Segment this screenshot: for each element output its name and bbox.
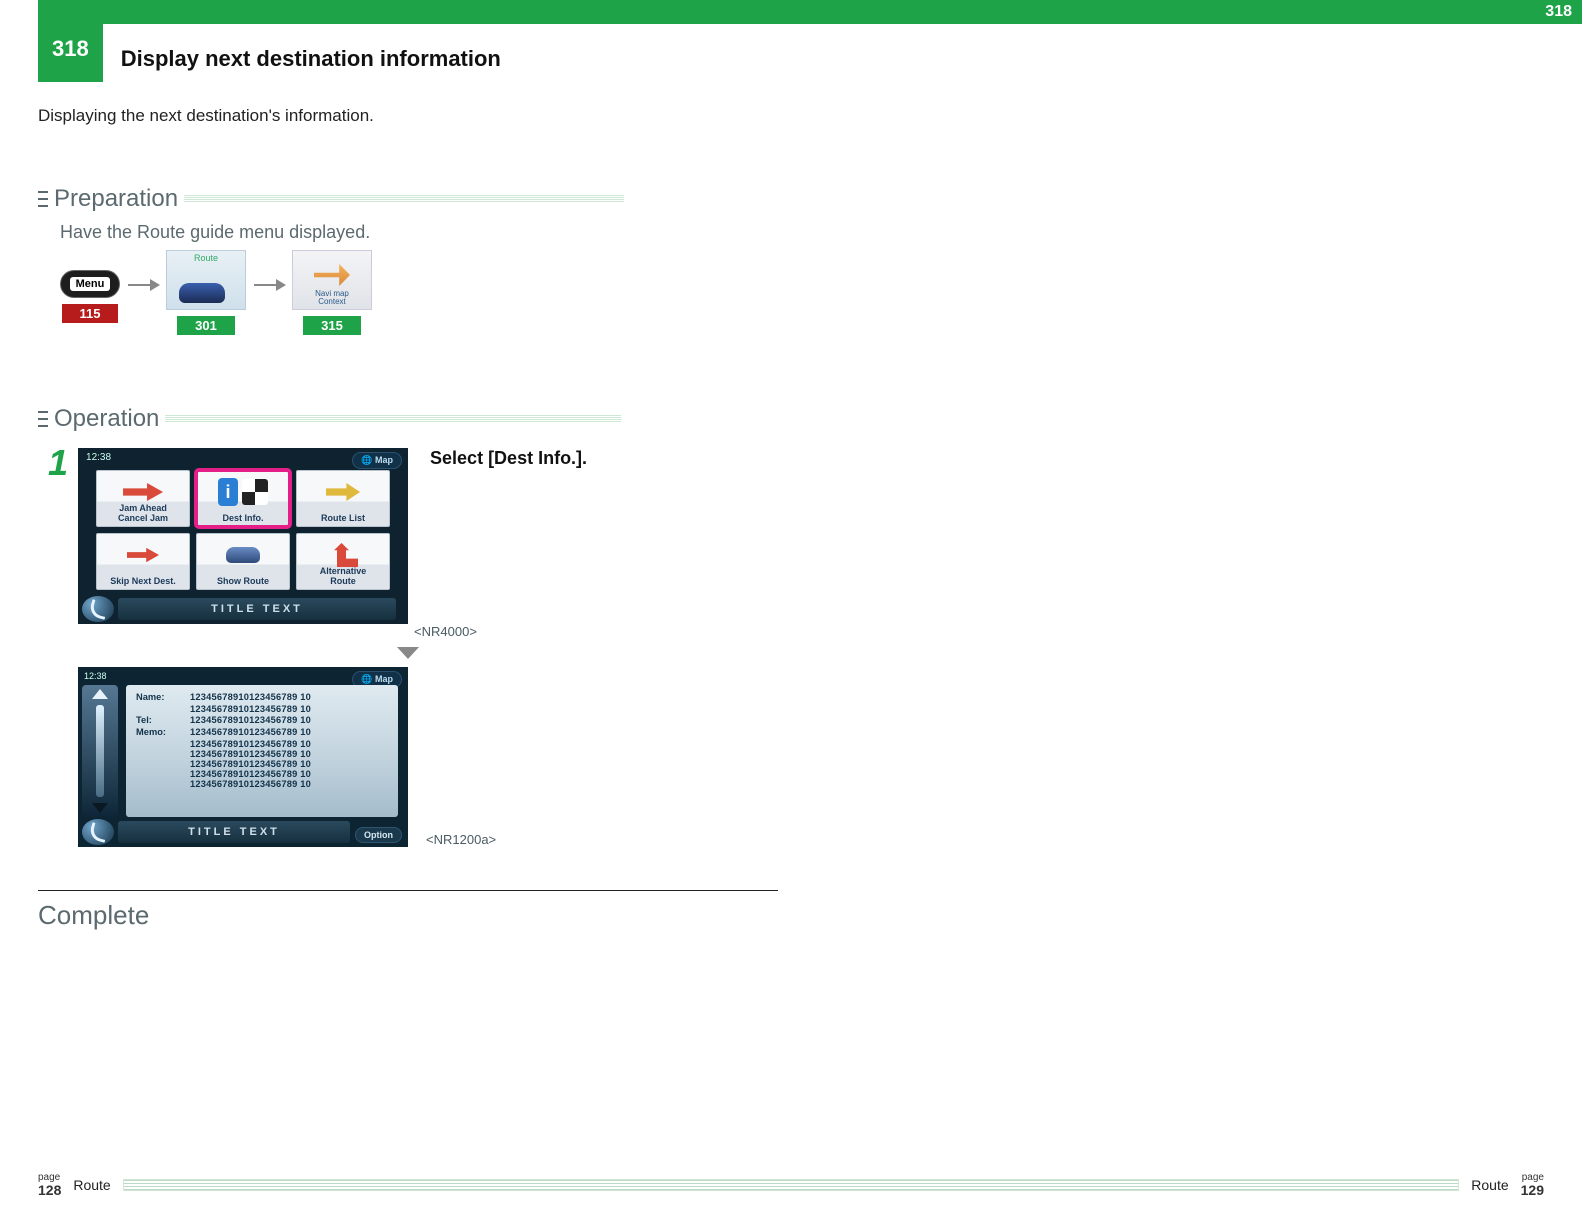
scroll-down-icon [92, 803, 108, 813]
footer-stripe-pattern [123, 1179, 1460, 1191]
sequence-arrow-icon [254, 278, 284, 292]
footer-section-left: Route [73, 1177, 110, 1193]
preparation-note: Have the Route guide menu displayed. [60, 222, 370, 243]
complete-label: Complete [38, 900, 149, 931]
screen-title-bar: TITLE TEXT [118, 598, 396, 620]
menu-button-label: Menu [70, 277, 111, 291]
page-header: 318 Display next destination information [38, 30, 501, 88]
orange-arrow-icon [314, 264, 350, 286]
preparation-heading: Preparation [38, 185, 624, 213]
heading-rule [184, 195, 624, 203]
section-number-badge: 318 [38, 24, 103, 82]
prep-item-menu: Menu 115 [60, 250, 120, 323]
checker-flag-icon [242, 479, 268, 505]
screenshot-caption-2: <NR1200a> [426, 832, 496, 847]
ref-badge-301: 301 [177, 316, 235, 335]
intro-text: Displaying the next destination's inform… [38, 106, 374, 126]
operation-step-1: 1 12:38 🌐 Map Jam Ahead Cancel Jam i [48, 448, 587, 847]
top-page-number-bar: 318 [38, 0, 1582, 24]
option-pill: Option [355, 827, 402, 843]
car-icon [179, 283, 225, 303]
navimap-thumbnail-label: Navi map Context [315, 290, 349, 309]
red-arrow-icon [123, 483, 163, 501]
yellow-arrow-icon [326, 483, 360, 501]
navimap-thumbnail: Navi map Context [292, 250, 372, 310]
top-page-number: 318 [1545, 3, 1572, 20]
page-footer: page 128 Route Route page 129 [38, 1173, 1544, 1197]
branch-arrow-icon [328, 543, 358, 567]
tile-skip-next: Skip Next Dest. [96, 533, 190, 590]
step-number: 1 [48, 442, 68, 484]
map-pill: 🌐 Map [352, 452, 402, 469]
tile-route-list: Route List [296, 470, 390, 527]
route-thumbnail-label: Route [167, 253, 245, 263]
screenshot-caption-1: <NR4000> [414, 624, 477, 639]
operation-heading-label: Operation [54, 405, 159, 433]
down-arrow-icon [397, 647, 419, 661]
menu-button-graphic: Menu [60, 270, 120, 298]
clock-label: 12:38 [86, 452, 111, 463]
scroll-bar [82, 685, 118, 817]
nav-screenshot-menu: 12:38 🌐 Map Jam Ahead Cancel Jam i Dest … [78, 448, 408, 624]
dest-info-panel: Name:12345678910123456789 10 12345678910… [126, 685, 398, 817]
page-title: Display next destination information [121, 46, 501, 72]
prep-item-route: Route 301 [166, 250, 246, 335]
ref-badge-115: 115 [62, 304, 119, 323]
scroll-thumb [96, 705, 104, 797]
tile-dest-info: i Dest Info. [196, 470, 290, 527]
nav-tile-grid: Jam Ahead Cancel Jam i Dest Info. Route … [96, 470, 390, 590]
route-thumbnail: Route [166, 250, 246, 310]
tile-jam-ahead: Jam Ahead Cancel Jam [96, 470, 190, 527]
heading-bars-icon [38, 188, 48, 210]
operation-heading: Operation [38, 405, 621, 433]
screen-title-bar: TITLE TEXT [118, 821, 350, 843]
left-page-number: page 128 [38, 1173, 61, 1197]
preparation-sequence: Menu 115 Route 301 Navi map Context 315 [60, 250, 372, 335]
prep-item-navimap: Navi map Context 315 [292, 250, 372, 335]
right-page-number: page 129 [1521, 1173, 1544, 1197]
tile-alt-route: Alternative Route [296, 533, 390, 590]
scroll-up-icon [92, 689, 108, 699]
back-button-icon [82, 819, 114, 845]
nav-screenshot-destinfo: 12:38 🌐 Map Name:12345678910123456789 10… [78, 667, 408, 847]
car-icon [226, 547, 260, 563]
ref-badge-315: 315 [303, 316, 361, 335]
info-icon: i [218, 478, 238, 506]
back-button-icon [82, 596, 114, 622]
footer-section-right: Route [1471, 1177, 1508, 1193]
heading-bars-icon [38, 408, 48, 430]
clock-label: 12:38 [84, 671, 107, 681]
sequence-arrow-icon [128, 278, 158, 292]
preparation-heading-label: Preparation [54, 185, 178, 213]
heading-rule [165, 415, 621, 423]
red-arrow-icon [127, 548, 159, 562]
step-instruction: Select [Dest Info.]. [430, 448, 587, 469]
divider-line [38, 890, 778, 891]
tile-show-route: Show Route [196, 533, 290, 590]
